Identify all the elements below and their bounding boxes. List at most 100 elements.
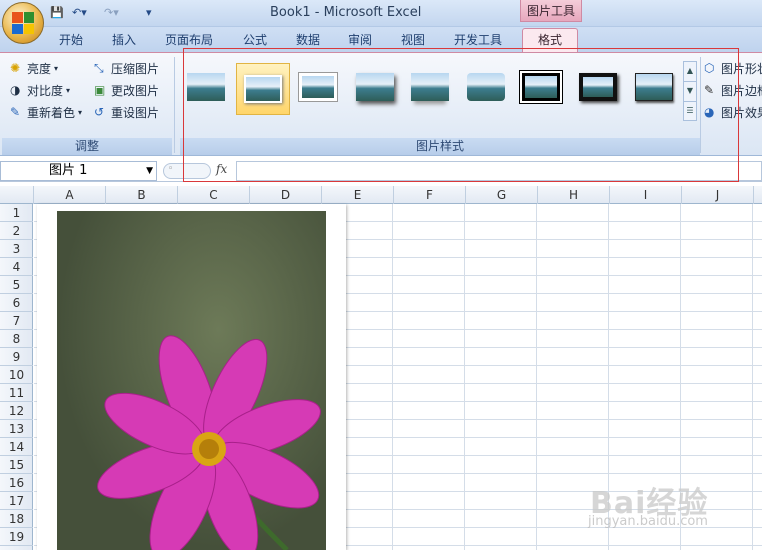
ribbon-tab-bar: 开始 插入 页面布局 公式 数据 审阅 视图 开发工具 bbox=[0, 27, 762, 52]
name-box-dropdown-icon[interactable]: ▼ bbox=[146, 162, 153, 180]
picture-shape-button[interactable]: ⬡ 图片形状 bbox=[704, 59, 762, 77]
column-header[interactable]: C bbox=[178, 186, 250, 204]
style-thumbnail bbox=[411, 73, 449, 101]
column-header[interactable]: J bbox=[682, 186, 754, 204]
column-header[interactable]: E bbox=[322, 186, 394, 204]
row-header[interactable]: 14 bbox=[0, 438, 33, 456]
style-thumbnail bbox=[635, 73, 673, 101]
row-header[interactable]: 3 bbox=[0, 240, 33, 258]
row-header[interactable]: 6 bbox=[0, 294, 33, 312]
select-all-corner[interactable] bbox=[0, 186, 34, 204]
tab-formulas[interactable]: 公式 bbox=[243, 31, 267, 48]
reset-picture-button[interactable]: ↺ 重设图片 bbox=[94, 103, 159, 121]
picture-style-1[interactable] bbox=[183, 67, 229, 107]
row-header[interactable]: 10 bbox=[0, 366, 33, 384]
customize-qat-icon[interactable]: ▾ bbox=[146, 6, 152, 22]
save-icon[interactable]: 💾 bbox=[50, 6, 64, 22]
row-header[interactable]: 1 bbox=[0, 204, 33, 222]
contrast-icon: ◑ bbox=[10, 83, 21, 97]
group-divider bbox=[700, 57, 701, 153]
picture-effects-label: 图片效果 bbox=[721, 105, 762, 120]
column-header[interactable]: D bbox=[250, 186, 322, 204]
style-thumbnail bbox=[298, 72, 338, 102]
tab-review[interactable]: 审阅 bbox=[348, 31, 372, 48]
row-header[interactable]: 19 bbox=[0, 528, 33, 546]
tab-data[interactable]: 数据 bbox=[296, 31, 320, 48]
formula-bar: 图片 1 ▼ ◦ fx bbox=[0, 160, 762, 182]
row-header[interactable]: 18 bbox=[0, 510, 33, 528]
picture-style-9[interactable] bbox=[631, 67, 677, 107]
row-header[interactable]: 9 bbox=[0, 348, 33, 366]
picture-style-8[interactable] bbox=[575, 67, 621, 107]
tab-page-layout[interactable]: 页面布局 bbox=[165, 31, 213, 48]
title-bar: 💾 ↶▾ ↷▾ ▾ Book1 - Microsoft Excel bbox=[0, 0, 762, 27]
change-picture-button[interactable]: ▣ 更改图片 bbox=[94, 81, 159, 99]
row-header[interactable]: 8 bbox=[0, 330, 33, 348]
row-header[interactable]: 11 bbox=[0, 384, 33, 402]
picture-shape-label: 图片形状 bbox=[721, 61, 762, 76]
compress-pictures-button[interactable]: ⤡ 压缩图片 bbox=[94, 59, 159, 77]
brightness-button[interactable]: ✺ 亮度 ▾ bbox=[10, 59, 58, 77]
name-box-value: 图片 1 bbox=[49, 163, 88, 178]
row-header[interactable]: 12 bbox=[0, 402, 33, 420]
picture-style-7[interactable] bbox=[518, 67, 564, 107]
column-header[interactable]: I bbox=[610, 186, 682, 204]
contrast-label: 对比度 bbox=[27, 83, 64, 98]
watermark-url: jingyan.baidu.com bbox=[588, 514, 708, 529]
picture-tools-context-label: 图片工具 bbox=[520, 0, 582, 22]
change-picture-label: 更改图片 bbox=[111, 83, 160, 98]
tab-home[interactable]: 开始 bbox=[59, 31, 83, 48]
column-header[interactable]: G bbox=[466, 186, 538, 204]
adjust-group-label: 调整 bbox=[2, 138, 172, 155]
picture-effects-button[interactable]: ◕ 图片效果 bbox=[704, 103, 762, 121]
row-header[interactable]: 16 bbox=[0, 474, 33, 492]
row-header[interactable]: 5 bbox=[0, 276, 33, 294]
compress-label: 压缩图片 bbox=[111, 61, 160, 76]
office-button[interactable] bbox=[2, 2, 44, 44]
column-header[interactable]: A bbox=[34, 186, 106, 204]
contrast-button[interactable]: ◑ 对比度 ▾ bbox=[10, 81, 70, 99]
picture-style-3[interactable] bbox=[295, 67, 341, 107]
name-box[interactable]: 图片 1 ▼ bbox=[0, 161, 157, 181]
row-header[interactable]: 2 bbox=[0, 222, 33, 240]
style-thumbnail bbox=[244, 75, 282, 103]
picture-style-2[interactable] bbox=[236, 63, 290, 115]
shape-icon: ⬡ bbox=[704, 61, 715, 75]
insert-function-icon[interactable]: fx bbox=[216, 162, 227, 176]
redo-icon[interactable]: ↷▾ bbox=[104, 6, 119, 22]
row-headers: 1 2 3 4 5 6 7 8 9 10 11 12 13 14 15 16 1… bbox=[0, 204, 33, 550]
row-header[interactable]: 15 bbox=[0, 456, 33, 474]
formula-input[interactable] bbox=[236, 161, 762, 181]
undo-icon[interactable]: ↶▾ bbox=[72, 6, 87, 22]
ribbon: ✺ 亮度 ▾ ◑ 对比度 ▾ ✎ 重新着色 ▾ ⤡ 压缩图片 ▣ 更改图片 ↺ 重设图… bbox=[0, 52, 762, 156]
picture-border-button[interactable]: ✎ 图片边框 bbox=[704, 81, 762, 99]
office-logo-icon bbox=[12, 12, 34, 34]
gallery-more-icon[interactable]: ☰ bbox=[684, 102, 696, 122]
row-header[interactable]: 13 bbox=[0, 420, 33, 438]
picture-style-5[interactable] bbox=[407, 67, 453, 107]
window-title: Book1 - Microsoft Excel bbox=[270, 5, 422, 20]
column-header[interactable]: H bbox=[538, 186, 610, 204]
gallery-up-icon[interactable]: ▲ bbox=[684, 62, 696, 82]
column-header[interactable]: B bbox=[106, 186, 178, 204]
expand-handle-icon[interactable]: ◦ bbox=[163, 163, 211, 179]
recolor-button[interactable]: ✎ 重新着色 ▾ bbox=[10, 103, 82, 121]
column-header[interactable]: F bbox=[394, 186, 466, 204]
row-header[interactable]: 4 bbox=[0, 258, 33, 276]
column-headers: A B C D E F G H I J bbox=[0, 186, 762, 204]
gallery-scroll[interactable]: ▲ ▼ ☰ bbox=[683, 61, 697, 121]
tab-view[interactable]: 视图 bbox=[401, 31, 425, 48]
flower-picture[interactable] bbox=[57, 211, 326, 550]
tab-insert[interactable]: 插入 bbox=[112, 31, 136, 48]
compress-icon: ⤡ bbox=[94, 61, 104, 75]
row-header[interactable]: 17 bbox=[0, 492, 33, 510]
tab-format[interactable]: 格式 bbox=[522, 28, 578, 52]
style-thumbnail bbox=[579, 73, 617, 101]
row-header[interactable]: 7 bbox=[0, 312, 33, 330]
picture-style-6[interactable] bbox=[463, 67, 509, 107]
brightness-label: 亮度 bbox=[27, 61, 52, 76]
change-picture-icon: ▣ bbox=[94, 83, 106, 97]
gallery-down-icon[interactable]: ▼ bbox=[684, 82, 696, 102]
picture-style-4[interactable] bbox=[352, 67, 398, 107]
tab-developer[interactable]: 开发工具 bbox=[454, 31, 502, 48]
